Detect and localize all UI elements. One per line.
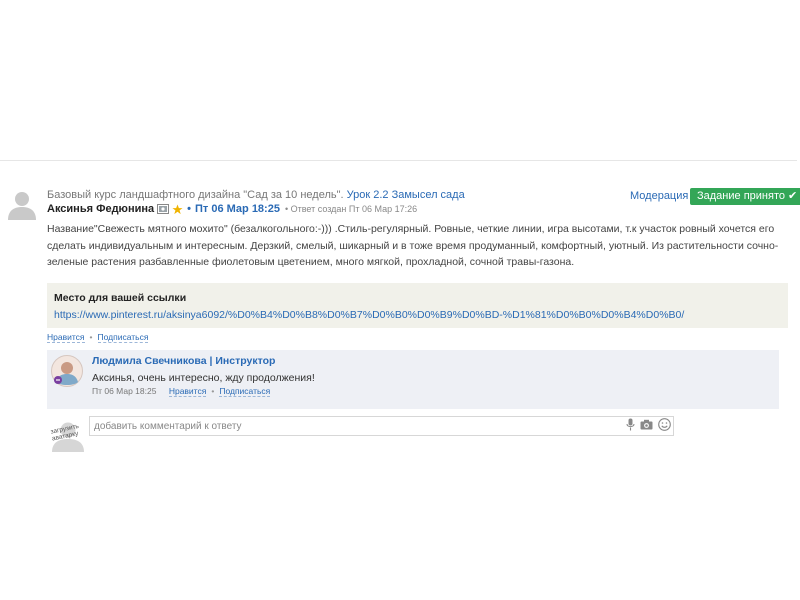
comment-input-icons <box>626 418 671 431</box>
post-actions: Нравится • Подписаться <box>47 332 149 343</box>
lesson-link[interactable]: Урок 2.2 Замысел сада <box>347 189 465 201</box>
camera-icon[interactable] <box>640 419 653 430</box>
reply-date: Пт 06 Мар 18:25 <box>92 386 157 396</box>
emoji-icon[interactable] <box>658 418 671 431</box>
post-author-name[interactable]: Аксинья Федюнина <box>47 203 154 215</box>
user-avatar-icon[interactable] <box>6 188 38 220</box>
dot-separator: • <box>89 332 93 342</box>
like-link[interactable]: Нравится <box>47 332 85 343</box>
post-author-line: Аксинья Федюнина • Пт 06 Мар 18:25 • Отв… <box>47 203 417 215</box>
bullet-separator: • <box>187 203 191 215</box>
pinterest-link[interactable]: https://www.pinterest.ru/aksinya6092/%D0… <box>54 309 684 321</box>
subscribe-link[interactable]: Подписаться <box>97 332 149 343</box>
breadcrumb: Базовый курс ландшафтного дизайна "Сад з… <box>47 189 465 201</box>
reply-subscribe-link[interactable]: Подписаться <box>219 386 271 397</box>
photo-badge-icon <box>157 204 170 214</box>
link-box: Место для вашей ссылки https://www.pinte… <box>47 283 788 328</box>
link-box-title: Место для вашей ссылки <box>54 292 187 304</box>
dot-separator: • <box>211 386 215 396</box>
check-icon: ✔ <box>788 190 798 202</box>
reply-meta: Пт 06 Мар 18:25 Нравится • Подписаться <box>92 386 271 397</box>
created-note: • Ответ создан Пт 06 Мар 17:26 <box>284 204 418 214</box>
comment-input[interactable] <box>89 416 674 436</box>
post-date[interactable]: Пт 06 Мар 18:25 <box>195 203 280 215</box>
star-icon <box>172 203 183 214</box>
task-accepted-button[interactable]: Задание принято ✔ <box>690 188 800 205</box>
reply-text: Аксинья, очень интересно, жду продолжени… <box>92 372 315 384</box>
post-body-text: Название"Свежесть мятного мохито" (безал… <box>47 223 779 268</box>
course-title: Базовый курс ландшафтного дизайна "Сад з… <box>47 189 344 201</box>
task-accepted-label: Задание принято <box>697 190 785 202</box>
microphone-icon[interactable] <box>626 418 635 431</box>
reply-like-link[interactable]: Нравится <box>168 386 207 397</box>
instructor-reply: Людмила Свечникова | Инструктор Аксинья,… <box>47 350 779 409</box>
moderation-link[interactable]: Модерация <box>630 190 688 202</box>
reply-author-name[interactable]: Людмила Свечникова | Инструктор <box>92 355 275 367</box>
top-divider <box>0 160 797 161</box>
instructor-avatar-icon[interactable] <box>51 355 83 387</box>
